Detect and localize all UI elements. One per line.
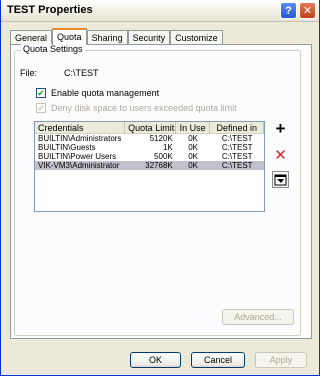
delete-entry-icon[interactable]: ✕ [272,146,289,164]
tab-quota[interactable]: Quota [52,28,87,45]
cell-defined-in: C:\TEST [221,134,253,143]
tab-sharing[interactable]: Sharing [86,30,128,45]
close-button[interactable]: ✕ [299,2,316,19]
table-row-selected[interactable]: VIK-VM3\Administrator 32768K 0K C:\TEST [35,161,264,170]
cell-quota-limit: 1K [162,143,173,152]
cell-in-use: 0K [188,143,198,152]
ok-button[interactable]: OK [130,352,181,368]
cell-credentials: BUILTIN\Guests [38,143,96,152]
cell-quota-limit: 5120K [149,134,173,143]
cell-defined-in: C:\TEST [221,152,253,161]
tab-security[interactable]: Security [127,30,171,45]
enable-quota-label[interactable]: Enable quota management [51,88,159,98]
list-header: Credentials Quota Limit In Use Defined i… [35,122,264,134]
add-entry-icon[interactable]: + [272,120,289,137]
file-label: File: [20,68,38,78]
cell-in-use: 0K [188,134,198,143]
advanced-button: Advanced... [222,309,294,325]
table-row[interactable]: BUILTIN\Guests 1K 0K C:\TEST [35,143,264,152]
apply-button: Apply [255,352,307,368]
properties-window: TEST Properties ? ✕ General Quota Sharin… [0,0,320,376]
properties-icon [274,174,287,185]
cell-defined-in: C:\TEST [221,143,253,152]
column-defined-in[interactable]: Defined in [210,122,264,134]
quota-entries-list[interactable]: Credentials Quota Limit In Use Defined i… [34,121,265,212]
quota-settings-title: Quota Settings [21,44,85,54]
enable-quota-checkbox[interactable]: ✔ [36,88,46,98]
deny-space-label: Deny disk space to users exceeded quota … [51,103,237,113]
file-path: C:\TEST [64,68,99,78]
column-in-use[interactable]: In Use [176,122,211,134]
cell-credentials: VIK-VM3\Administrator [38,161,120,170]
cell-credentials: BUILTIN\Power Users [38,152,117,161]
cell-defined-in: C:\TEST [221,161,253,170]
title-bar[interactable]: TEST Properties ? ✕ [1,0,319,22]
table-row[interactable]: BUILTIN\Power Users 500K 0K C:\TEST [35,152,264,161]
column-quota-limit[interactable]: Quota Limit [125,122,176,134]
cell-in-use: 0K [188,152,198,161]
cell-quota-limit: 500K [154,152,173,161]
tab-strip: General Quota Sharing Security Customize [10,28,223,45]
table-row[interactable]: BUILTIN\Administrators 5120K 0K C:\TEST [35,134,264,143]
cell-quota-limit: 32768K [145,161,173,170]
window-title: TEST Properties [7,4,93,16]
cell-in-use: 0K [188,161,198,170]
tab-general[interactable]: General [10,30,53,45]
tab-customize[interactable]: Customize [170,30,223,45]
entry-properties-icon[interactable] [272,171,289,188]
column-credentials[interactable]: Credentials [35,122,126,134]
cancel-button[interactable]: Cancel [191,352,245,368]
cell-credentials: BUILTIN\Administrators [38,134,122,143]
deny-space-checkbox: ✔ [36,103,46,113]
help-button[interactable]: ? [280,2,297,19]
